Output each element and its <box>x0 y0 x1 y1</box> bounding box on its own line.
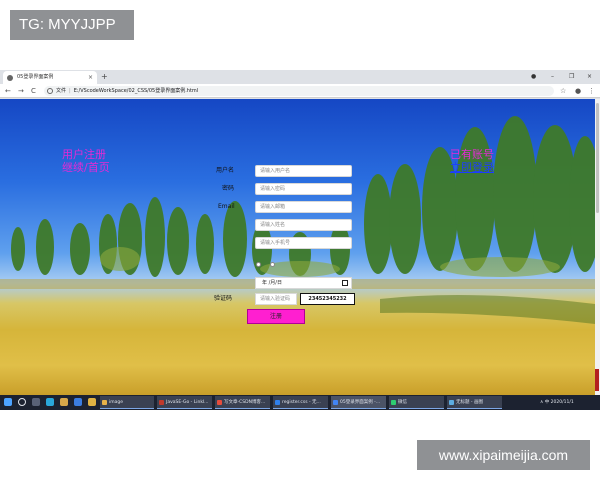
browser-icon <box>217 400 222 405</box>
captcha-code[interactable]: 23452345232 <box>300 293 355 305</box>
address-bar[interactable]: 文件 | E:/VScodeWorkSpace/02_CSS/05登录界面案例.ht… <box>44 86 554 96</box>
search-icon[interactable] <box>18 398 26 406</box>
close-window-button[interactable]: × <box>587 71 592 83</box>
username-label: 用户名 <box>216 167 235 174</box>
task-view-icon[interactable] <box>32 398 40 406</box>
address-path: E:/VScodeWorkSpace/02_CSS/05登录界面案例.html <box>73 88 199 94</box>
menu-icon[interactable]: ⋮ <box>588 84 595 98</box>
page-viewport: 用户注册 继续/首页 已有账号 立即登录 用户名 请输入用户名 密码 请输入密码… <box>0 99 595 395</box>
address-scheme: 文件 <box>56 88 67 94</box>
browser-tab[interactable]: 05登录界面案例 × <box>3 71 97 84</box>
taskbar-item-image[interactable]: image <box>100 396 154 409</box>
gender-radio-group <box>256 262 296 270</box>
paint-icon <box>449 400 454 405</box>
scrollbar-thumb[interactable] <box>596 103 599 213</box>
watermark-site: www.xipaimeijia.com <box>417 440 590 470</box>
taskbar-item-csdn[interactable]: 写文章-CSDN博客... <box>215 396 270 409</box>
taskbar-item-wechat[interactable]: 微信 <box>389 396 444 409</box>
tab-close-icon[interactable]: × <box>88 71 93 84</box>
folder-icon <box>102 400 107 405</box>
register-home-link[interactable]: 用户注册 继续/首页 <box>62 148 110 174</box>
reload-icon[interactable]: C <box>31 84 36 98</box>
bookmark-star-icon[interactable]: ☆ <box>560 84 566 98</box>
back-icon[interactable]: ← <box>5 84 11 98</box>
profile-dot-icon[interactable]: ● <box>531 71 536 83</box>
tab-bar: 05登录界面案例 × + ● – ❐ × <box>0 70 600 84</box>
email-input[interactable]: 请输入邮箱 <box>255 201 352 213</box>
account-icon[interactable]: ● <box>575 84 581 98</box>
app-icon[interactable] <box>74 398 82 406</box>
file-explorer-icon[interactable] <box>60 398 68 406</box>
new-tab-button[interactable]: + <box>101 71 108 83</box>
register-button[interactable]: 注册 <box>247 309 305 324</box>
folder-icon[interactable] <box>88 398 96 406</box>
maximize-button[interactable]: ❐ <box>569 71 574 83</box>
watermark-tag: TG: MYYJJPP <box>10 10 134 40</box>
phone-input[interactable]: 请输入手机号 <box>255 237 352 249</box>
taskbar-item-chrome[interactable]: 05登录界面案例 -... <box>331 396 386 409</box>
login-link[interactable]: 已有账号 立即登录 <box>450 148 494 174</box>
password-label: 密码 <box>222 185 235 192</box>
date-value: 年 /月/日 <box>262 280 282 286</box>
taskbar-item-vscode[interactable]: register.css - 无... <box>273 396 328 409</box>
right-link-line-2[interactable]: 立即登录 <box>450 161 494 174</box>
vscode-icon <box>275 400 280 405</box>
name-input[interactable]: 请输入姓名 <box>255 219 352 231</box>
windows-start-icon[interactable] <box>4 398 12 406</box>
minimize-button[interactable]: – <box>551 71 554 83</box>
tab-title: 05登录界面案例 <box>17 74 54 80</box>
chrome-icon <box>333 400 338 405</box>
system-tray[interactable]: ∧ 中 2020/11/1 <box>540 395 574 410</box>
left-link-line-1: 用户注册 <box>62 148 106 161</box>
radio-option-2[interactable] <box>270 262 275 267</box>
left-link-line-2: 继续/首页 <box>62 161 110 174</box>
page-scrollbar[interactable] <box>595 99 600 395</box>
taskbar-item-javase[interactable]: JavaSE-Go - Linkl... <box>157 396 212 409</box>
scrollbar-marker <box>595 369 599 391</box>
username-input[interactable]: 请输入用户名 <box>255 165 352 177</box>
info-icon <box>47 88 53 94</box>
captcha-label: 验证码 <box>214 295 233 302</box>
edge-icon[interactable] <box>46 398 54 406</box>
password-input[interactable]: 请输入密码 <box>255 183 352 195</box>
app-icon <box>159 400 164 405</box>
email-label: Email <box>218 203 235 210</box>
right-link-line-1: 已有账号 <box>450 148 494 161</box>
browser-toolbar: ← → C 文件 | E:/VScodeWorkSpace/02_CSS/05登录界… <box>0 84 600 98</box>
taskbar-item-paint[interactable]: 无标题 - 画图 <box>447 396 502 409</box>
forward-icon[interactable]: → <box>18 84 24 98</box>
wechat-icon <box>391 400 396 405</box>
windows-taskbar: image JavaSE-Go - Linkl... 写文章-CSDN博客...… <box>0 395 600 410</box>
radio-option-1[interactable] <box>256 262 261 267</box>
screenshot-page: TG: MYYJJPP 05登录界面案例 × + ● – ❐ × ← → C 文… <box>0 0 600 480</box>
birthday-date-input[interactable]: 年 /月/日 <box>255 277 352 289</box>
globe-icon <box>7 75 13 81</box>
captcha-input[interactable]: 请输入验证码 <box>255 293 297 305</box>
browser-window: 05登录界面案例 × + ● – ❐ × ← → C 文件 | E:/VScodeW… <box>0 70 600 410</box>
calendar-icon[interactable] <box>342 280 348 286</box>
